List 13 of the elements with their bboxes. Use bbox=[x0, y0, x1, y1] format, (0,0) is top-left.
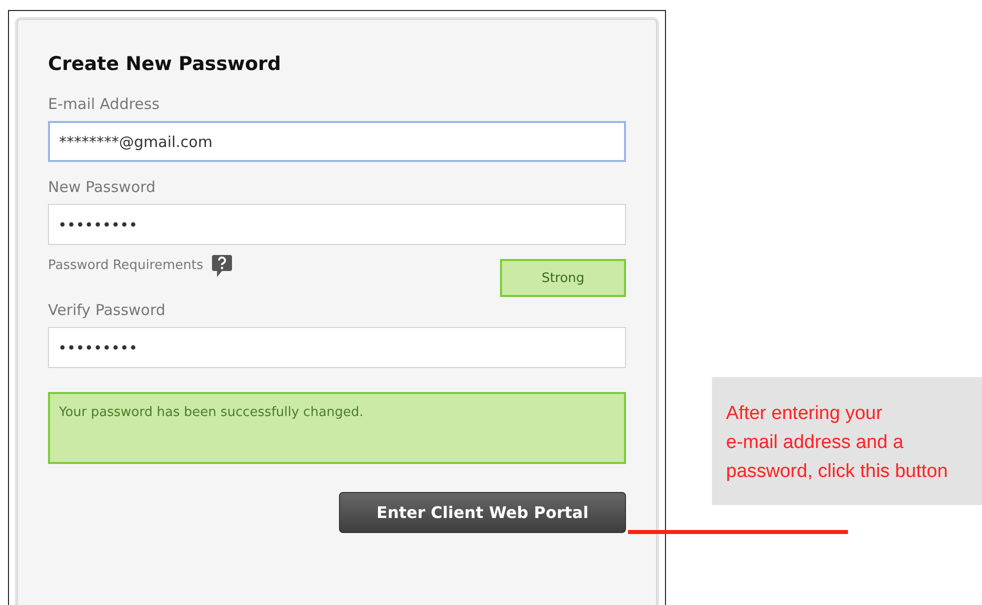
success-message: Your password has been successfully changed. bbox=[48, 392, 626, 464]
callout-text: After entering your e-mail address and a password, click this button bbox=[712, 377, 982, 505]
field-label: E-mail Address bbox=[48, 95, 161, 113]
strength-indicator: Strong bbox=[500, 259, 626, 297]
field-label: Verify Password bbox=[48, 301, 166, 319]
requirements-label: Password Requirements bbox=[48, 258, 204, 273]
password-field[interactable]: ••••••••• bbox=[48, 204, 626, 245]
help-icon[interactable] bbox=[211, 254, 234, 278]
enter-portal-button[interactable]: Enter Client Web Portal bbox=[339, 492, 626, 533]
form-title: Create New Password bbox=[48, 53, 282, 75]
field-label: New Password bbox=[48, 178, 157, 196]
password-field[interactable]: ••••••••• bbox=[48, 327, 626, 368]
email-field[interactable]: ********@gmail.com bbox=[48, 121, 626, 162]
